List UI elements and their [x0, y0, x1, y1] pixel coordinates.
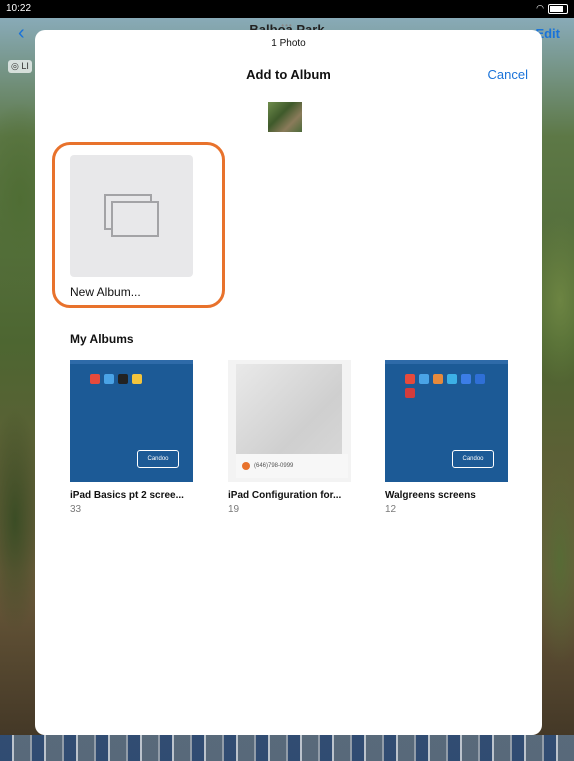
my-albums-heading: My Albums: [70, 332, 134, 346]
wifi-icon: ◠: [536, 3, 544, 13]
cancel-button[interactable]: Cancel: [488, 67, 528, 82]
status-time: 10:22: [6, 3, 32, 14]
stack-icon: [104, 194, 159, 237]
status-indicators: ◠: [536, 3, 568, 14]
album-item[interactable]: Candoo Walgreens screens 12: [385, 360, 508, 515]
candoo-logo: Candoo: [137, 450, 179, 468]
new-album-label: New Album...: [70, 285, 141, 299]
album-cover: Candoo: [385, 360, 508, 482]
battery-icon: [548, 3, 568, 14]
album-item[interactable]: (646)798-0999 iPad Configuration for... …: [228, 360, 351, 515]
selected-photo-thumbnail: [268, 102, 302, 132]
photo-count: 1 Photo: [271, 38, 306, 49]
sheet-title: Add to Album: [246, 67, 331, 82]
candoo-logo: Candoo: [452, 450, 494, 468]
album-count: 12: [385, 504, 397, 515]
cover-phone-text: (646)798-0999: [254, 463, 294, 469]
status-bar: 10:22 ◠: [0, 0, 574, 18]
add-to-album-sheet: 1 Photo Add to Album Cancel New Album...…: [35, 30, 542, 735]
brand-logo-icon: [242, 462, 250, 470]
album-cover: (646)798-0999: [228, 360, 351, 482]
new-album-button[interactable]: [70, 155, 193, 277]
album-cover: Candoo: [70, 360, 193, 482]
album-name: Walgreens screens: [385, 490, 476, 501]
album-name: iPad Configuration for...: [228, 490, 342, 501]
album-count: 19: [228, 504, 240, 515]
photo-filmstrip[interactable]: [0, 735, 574, 761]
album-item[interactable]: Candoo iPad Basics pt 2 scree... 33: [70, 360, 193, 515]
album-count: 33: [70, 504, 82, 515]
live-photo-badge: ◎ LI: [8, 60, 32, 73]
sheet-header: 1 Photo Add to Album Cancel: [35, 30, 542, 132]
album-name: iPad Basics pt 2 scree...: [70, 490, 184, 501]
